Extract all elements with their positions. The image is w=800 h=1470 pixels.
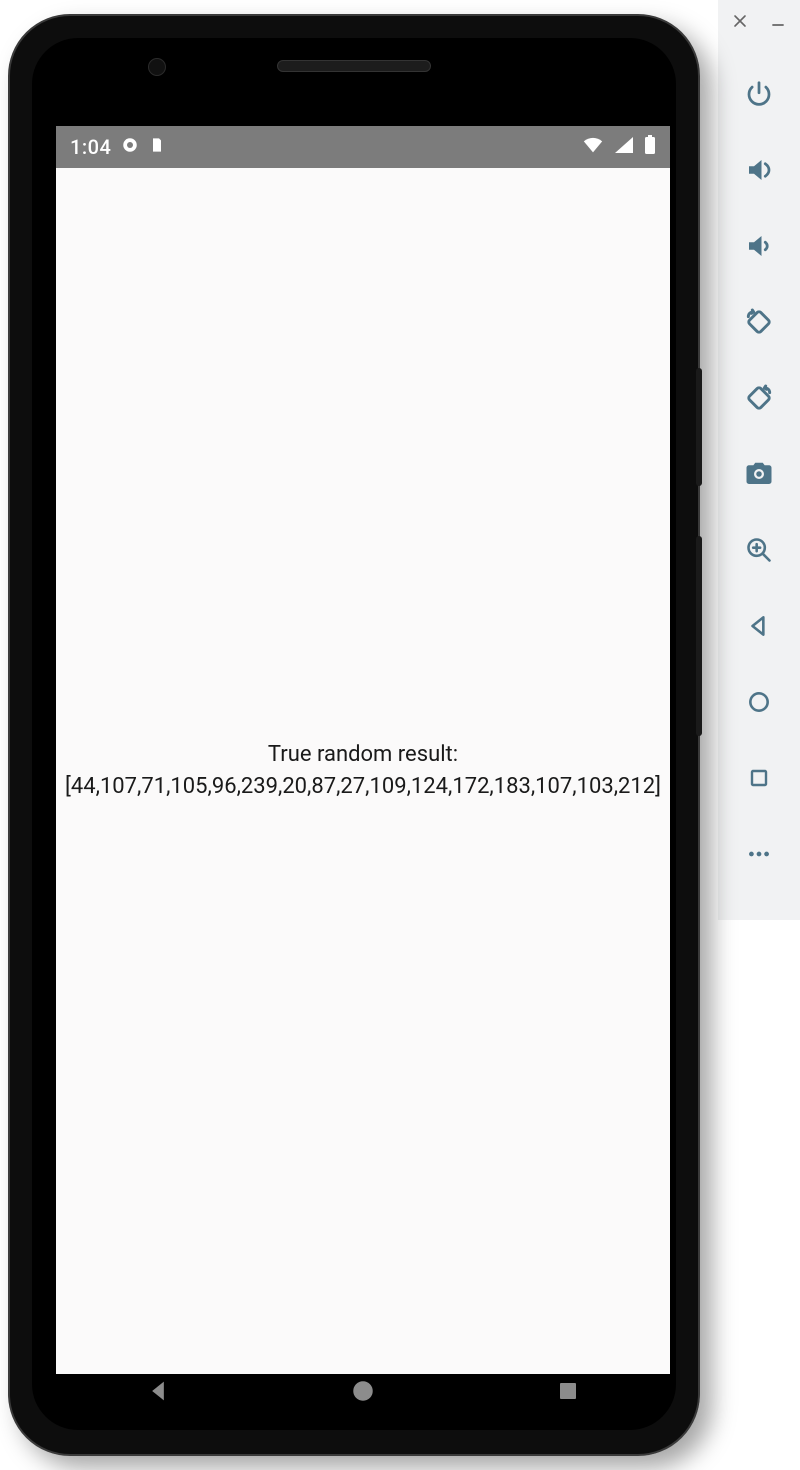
device-screen: 1:04 True random [56,126,670,1374]
cell-signal-icon [614,135,634,159]
status-icon-1 [121,135,139,159]
emu-home-icon[interactable] [737,680,781,724]
nav-overview-button[interactable] [543,1366,593,1416]
phone-frame: 1:04 True random [8,14,700,1456]
nav-back-button[interactable] [133,1366,183,1416]
android-nav-bar [56,1356,670,1426]
power-icon[interactable] [737,72,781,116]
speaker-grille [277,60,431,72]
volume-up-icon[interactable] [737,148,781,192]
rotate-left-icon[interactable] [737,300,781,344]
battery-icon [644,135,656,160]
rotate-right-icon[interactable] [737,376,781,420]
sd-card-icon [149,135,165,159]
emulator-toolbar [718,0,800,920]
side-button-power [696,368,702,486]
nav-home-button[interactable] [338,1366,388,1416]
app-content: True random result: [44,107,71,105,96,23… [56,168,670,1374]
result-array: [44,107,71,105,96,239,20,87,27,109,124,1… [65,771,661,803]
volume-down-icon[interactable] [737,224,781,268]
result-title: True random result: [268,739,458,771]
screenshot-icon[interactable] [737,452,781,496]
side-button-volume [696,536,702,736]
more-icon[interactable] [737,832,781,876]
emu-overview-icon[interactable] [737,756,781,800]
close-button[interactable] [729,10,751,32]
emu-back-icon[interactable] [737,604,781,648]
zoom-icon[interactable] [737,528,781,572]
status-bar: 1:04 [56,126,670,168]
front-camera [148,58,166,76]
minimize-button[interactable] [767,10,789,32]
wifi-icon [582,135,604,159]
status-time: 1:04 [70,135,111,159]
